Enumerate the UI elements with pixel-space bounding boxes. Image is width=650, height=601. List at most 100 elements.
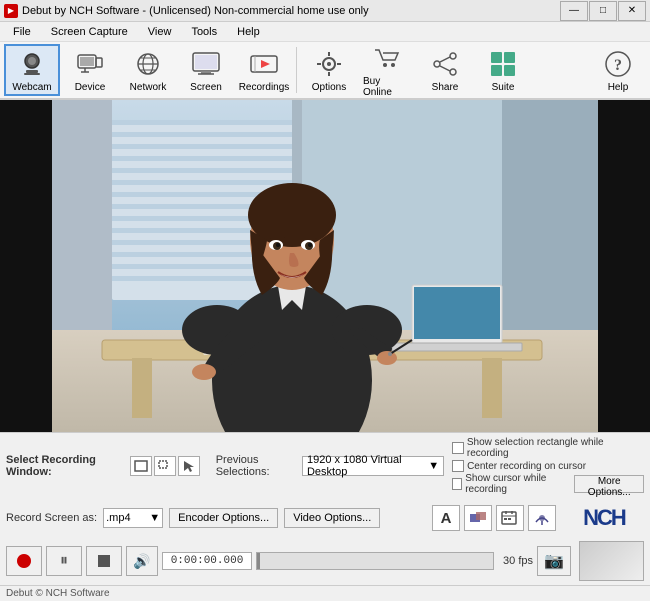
svg-text:?: ? [614,57,622,74]
checkbox-show-cursor: Show cursor while recording More Options… [452,473,644,495]
screen-icon [190,48,222,80]
toolbar-suite[interactable]: Suite [475,44,531,96]
menu-help[interactable]: Help [228,23,269,41]
format-dropdown-arrow: ▼ [149,512,160,524]
share-label: Share [432,82,459,93]
toolbar: Webcam Device Network Screen Recordings … [0,42,650,100]
app-icon: ▶ [4,4,18,18]
prev-selections-dropdown[interactable]: 1920 x 1080 Virtual Desktop ▼ [302,456,444,476]
volume-icon: 🔊 [133,553,150,570]
screen-label: Screen [190,82,222,93]
video-scene [52,100,598,432]
snapshot-button[interactable]: 📷 [537,546,571,576]
stop-icon [98,555,110,567]
device-label: Device [75,82,106,93]
network-icon [132,48,164,80]
record-icon [17,554,31,568]
record-as-label: Record Screen as: [6,512,97,524]
toolbar-separator-1 [296,47,297,93]
video-left-bar [0,100,52,432]
help-icon: ? [602,48,634,80]
webcam-icon [16,48,48,80]
nch-logo-text: NCH [583,505,625,531]
menu-file[interactable]: File [4,23,40,41]
toolbar-network[interactable]: Network [120,44,176,96]
minimize-button[interactable]: — [560,1,588,21]
center-cursor-checkbox[interactable] [452,460,464,472]
close-button[interactable]: ✕ [618,1,646,21]
toolbar-buy-online[interactable]: Buy Online [359,44,415,96]
fps-display: 30 fps [498,555,533,567]
stop-button[interactable] [86,546,122,576]
prev-selections-label: Previous Selections: [216,454,298,478]
status-text: Debut © NCH Software [6,588,110,599]
menu-bar: File Screen Capture View Tools Help [0,22,650,42]
toolbar-share[interactable]: Share [417,44,473,96]
video-area [0,100,650,432]
menu-screen-capture[interactable]: Screen Capture [42,23,137,41]
cursor-window-btn[interactable] [178,456,200,476]
region-window-btn[interactable] [154,456,176,476]
help-label: Help [608,82,629,93]
video-options-button[interactable]: Video Options... [284,508,380,528]
menu-tools[interactable]: Tools [182,23,226,41]
title-bar-left: ▶ Debut by NCH Software - (Unlicensed) N… [4,4,369,18]
preview-thumbnail [579,541,644,581]
options-icon [313,48,345,80]
overlay-btn[interactable] [464,505,492,531]
toolbar-webcam[interactable]: Webcam [4,44,60,96]
show-cursor-checkbox[interactable] [452,478,462,490]
nch-logo: NCH [564,498,644,538]
video-right-bar [598,100,650,432]
encoder-options-button[interactable]: Encoder Options... [169,508,278,528]
window-type-icons [130,456,200,476]
format-dropdown[interactable]: .mp4 ▼ [103,508,163,528]
title-bar-text: Debut by NCH Software - (Unlicensed) Non… [22,5,369,17]
record-button[interactable] [6,546,42,576]
device-icon [74,48,106,80]
webcam-label: Webcam [12,82,51,93]
schedule-btn[interactable] [496,505,524,531]
ftp-btn[interactable] [528,505,556,531]
previous-selections: Previous Selections: 1920 x 1080 Virtual… [216,454,444,478]
options-label: Options [312,82,346,93]
share-icon [429,48,461,80]
pause-button[interactable]: ⏸ [46,546,82,576]
fullscreen-window-btn[interactable] [130,456,152,476]
timeline-bar [256,552,494,570]
recording-checkboxes: Show selection rectangle while recording… [452,437,644,495]
show-rectangle-label: Show selection rectangle while recording [467,437,644,459]
buy-online-icon [371,42,403,74]
video-content [52,100,598,432]
timeline-progress [257,553,260,569]
buy-online-label: Buy Online [363,76,411,98]
toolbar-screen[interactable]: Screen [178,44,234,96]
select-window-label: Select Recording Window: [6,454,122,478]
toolbar-help[interactable]: ? Help [590,44,646,96]
text-overlay-btn[interactable]: A [432,505,460,531]
recording-window-row: Select Recording Window: Previous Select… [6,437,644,495]
show-rectangle-checkbox[interactable] [452,442,464,454]
menu-view[interactable]: View [139,23,181,41]
more-options-button[interactable]: More Options... [574,475,644,493]
status-bar: Debut © NCH Software [0,585,650,601]
volume-button[interactable]: 🔊 [126,546,158,576]
right-icon-buttons: A NCH [432,498,644,538]
checkbox-show-rectangle: Show selection rectangle while recording [452,437,644,459]
pause-icon: ⏸ [60,552,68,570]
prev-selections-value: 1920 x 1080 Virtual Desktop [307,454,428,478]
toolbar-options[interactable]: Options [301,44,357,96]
camera-icon: 📷 [544,551,564,571]
toolbar-device[interactable]: Device [62,44,118,96]
title-bar: ▶ Debut by NCH Software - (Unlicensed) N… [0,0,650,22]
suite-icon [487,48,519,80]
network-label: Network [130,82,167,93]
format-row: Record Screen as: .mp4 ▼ Encoder Options… [6,498,644,538]
suite-label: Suite [492,82,515,93]
title-bar-controls[interactable]: — □ ✕ [560,1,646,21]
checkbox-center-cursor: Center recording on cursor [452,460,644,472]
maximize-button[interactable]: □ [589,1,617,21]
recordings-icon [248,48,280,80]
playback-controls-row: ⏸ 🔊 0:00:00.000 30 fps 📷 [6,541,644,581]
toolbar-recordings[interactable]: Recordings [236,44,292,96]
